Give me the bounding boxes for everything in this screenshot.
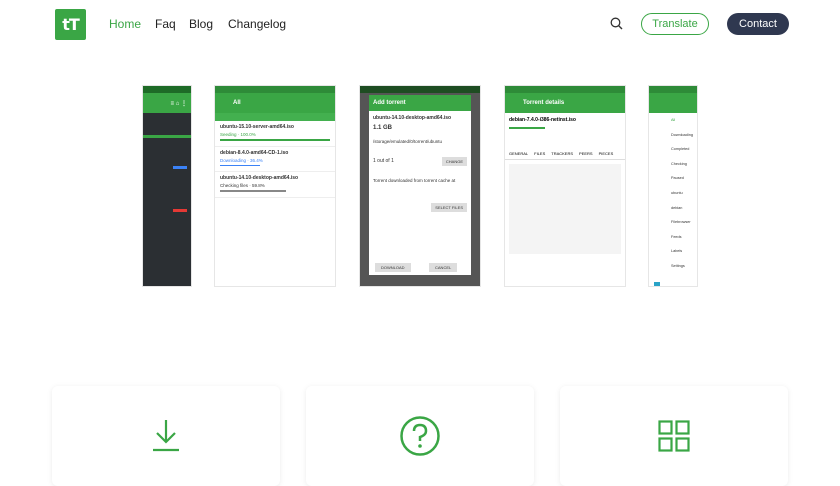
- screenshot-5[interactable]: All Downloading Completed Checking Pause…: [649, 86, 697, 286]
- feature-card-download: [52, 386, 280, 486]
- nav-changelog[interactable]: Changelog: [228, 17, 286, 31]
- screenshot-1[interactable]: ≡ ⌂ ⋮: [143, 86, 191, 286]
- list-item: ubuntu-15.10-server-amd64.iso Seeding · 1…: [215, 121, 335, 147]
- screenshot-4[interactable]: Torrent details debian-7.4.0-i386-netins…: [505, 86, 625, 286]
- grid-icon: [658, 420, 690, 452]
- screenshot-2-title: All: [215, 93, 335, 113]
- top-nav: tT Home Faq Blog Changelog Translate Con…: [0, 0, 840, 50]
- nav-home[interactable]: Home: [109, 17, 141, 31]
- feature-card-features: [560, 386, 788, 486]
- nav-blog[interactable]: Blog: [189, 17, 213, 31]
- search-icon[interactable]: [610, 17, 623, 35]
- screenshot-2[interactable]: All ubuntu-15.10-server-amd64.iso Seeding…: [215, 86, 335, 286]
- logo[interactable]: tT: [55, 9, 86, 40]
- download-icon: [153, 420, 179, 452]
- contact-button[interactable]: Contact: [727, 13, 789, 35]
- list-item: ubuntu-14.10-desktop-amd64.iso Checking f…: [215, 172, 335, 198]
- list-item: debian-8.4.0-amd64-CD-1.iso Downloading ·…: [215, 147, 335, 172]
- translate-button[interactable]: Translate: [641, 13, 709, 35]
- feature-card-faq: [306, 386, 534, 486]
- screenshot-3[interactable]: Add torrent ubuntu-14.10-desktop-amd64.i…: [360, 86, 480, 286]
- nav-faq[interactable]: Faq: [155, 17, 176, 31]
- question-circle-icon: [400, 416, 440, 456]
